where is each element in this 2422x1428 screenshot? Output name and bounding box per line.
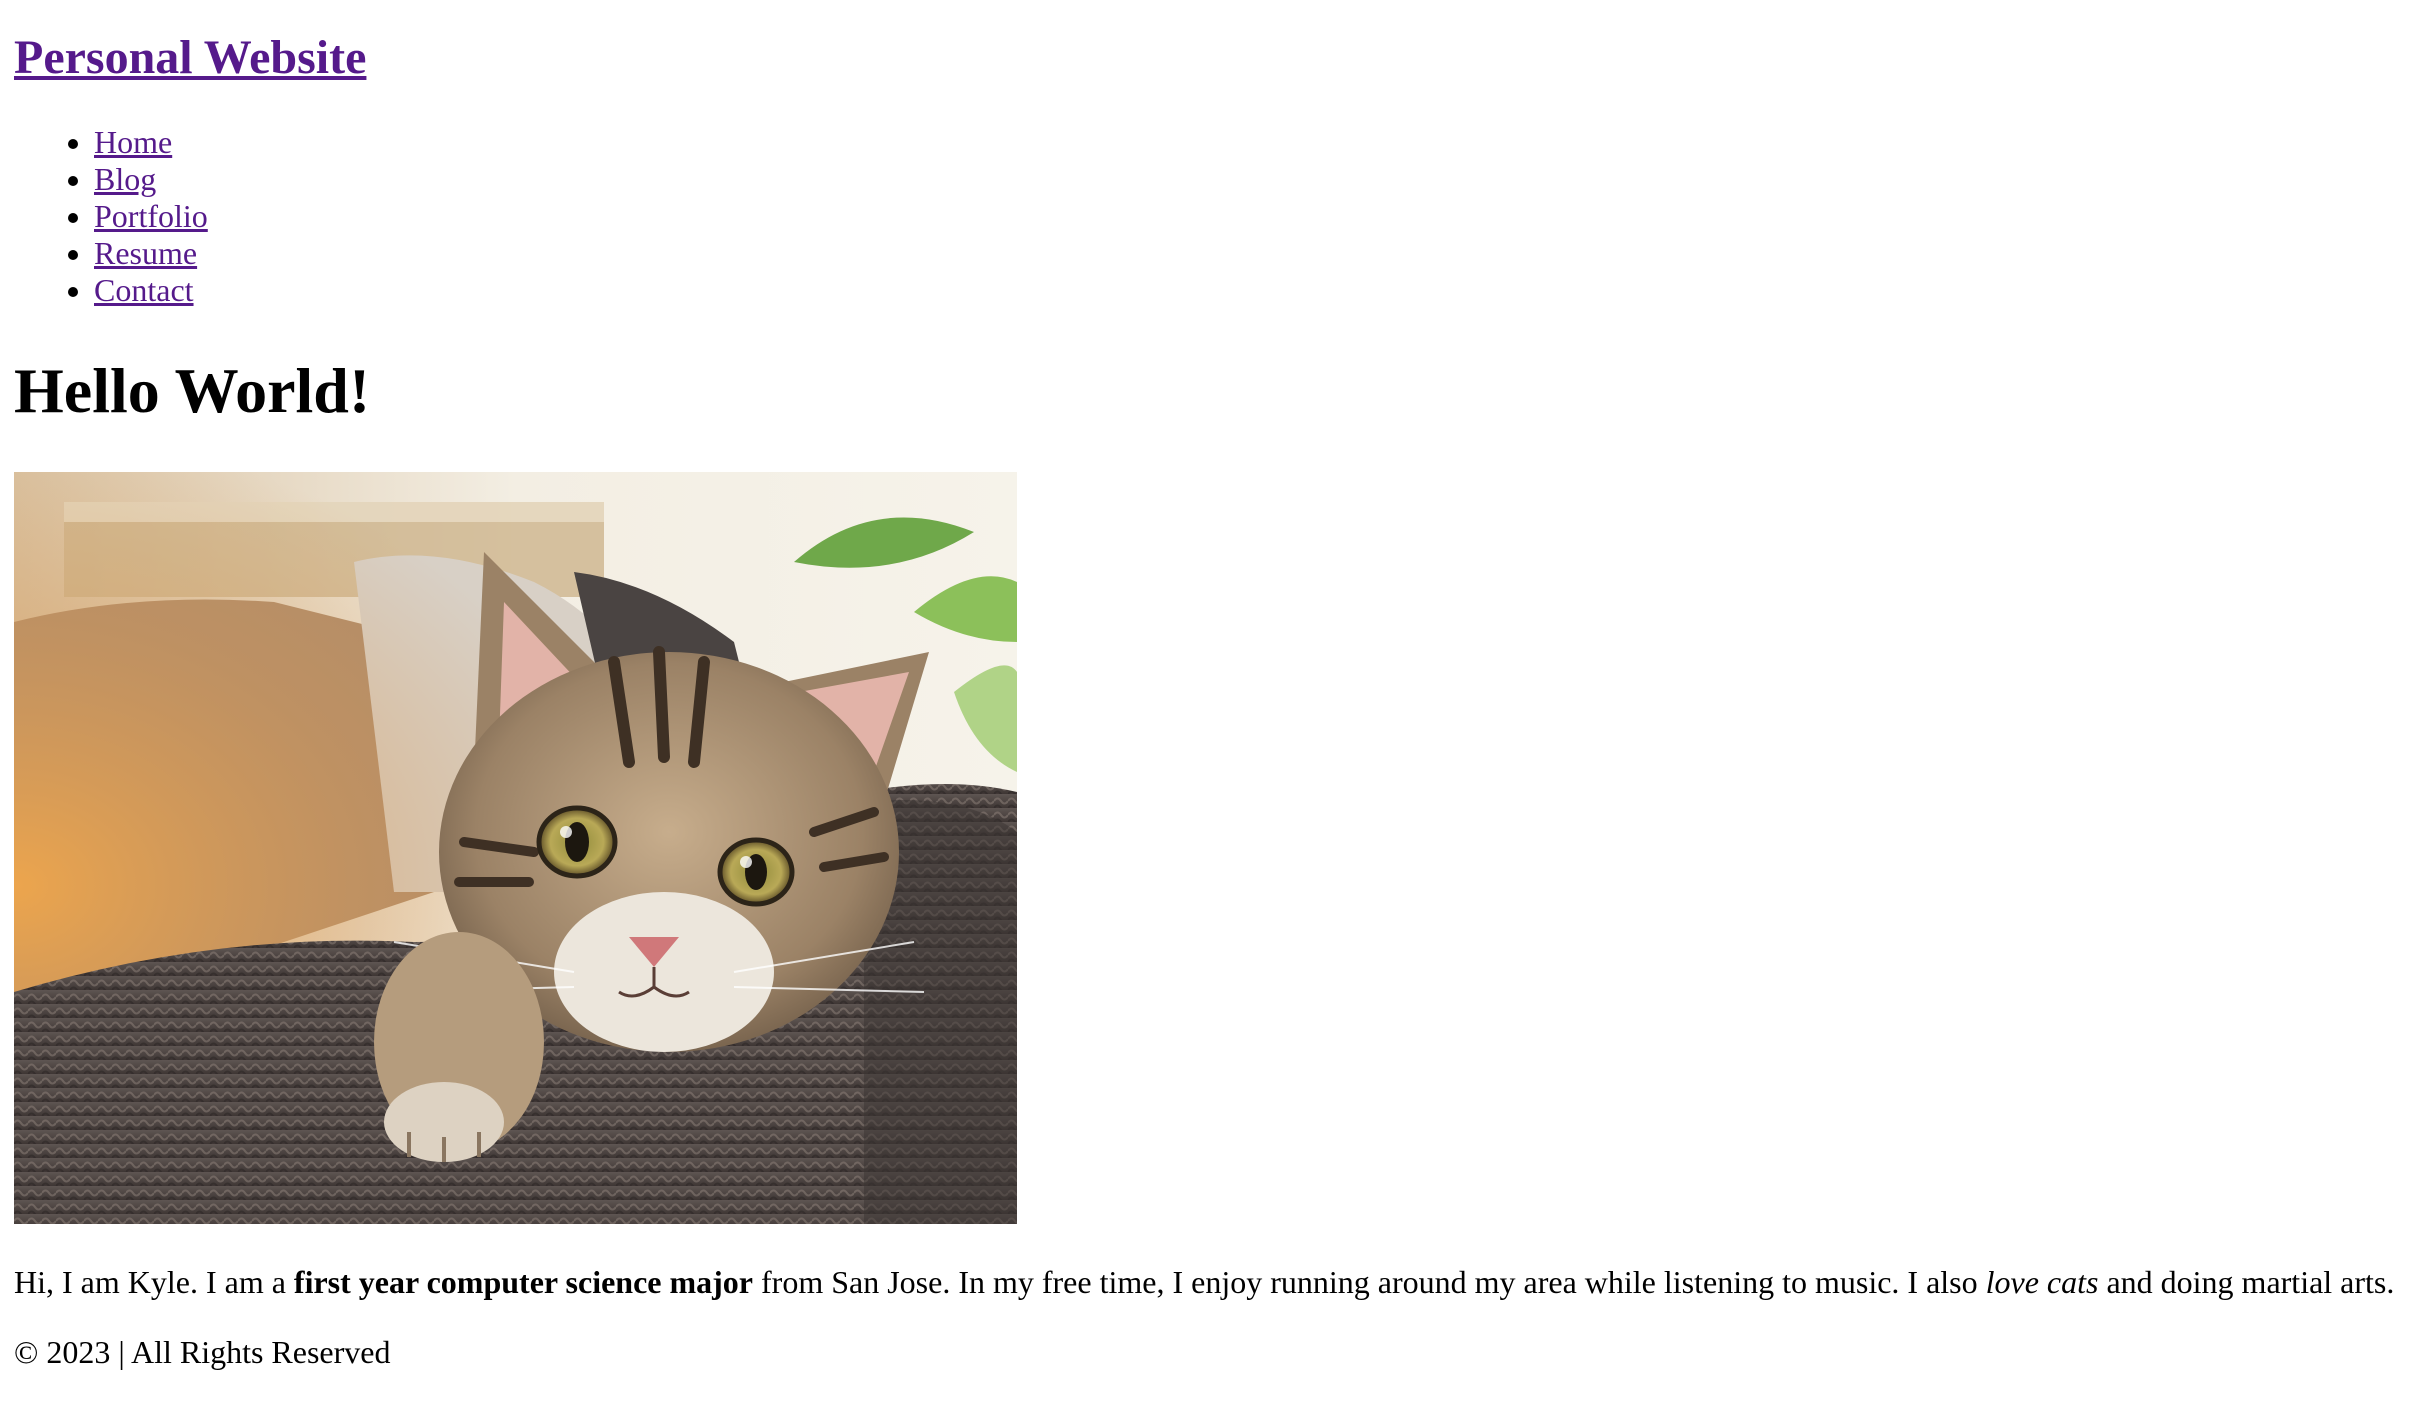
nav-item-home: Home <box>94 124 208 161</box>
bio-italic-text: love cats <box>1985 1264 2099 1300</box>
site-title-link[interactable]: Personal Website <box>14 31 366 84</box>
bio-text-1: Hi, I am Kyle. I am a <box>14 1264 294 1300</box>
nav-link-portfolio[interactable]: Portfolio <box>94 198 208 234</box>
nav-item-contact: Contact <box>94 272 208 309</box>
cat-illustration <box>14 472 1017 1224</box>
page-heading: Hello World! <box>14 355 371 426</box>
nav-item-blog: Blog <box>94 161 208 198</box>
bio-text-3: and doing martial arts. <box>2098 1264 2395 1300</box>
bio-paragraph: Hi, I am Kyle. I am a first year compute… <box>14 1262 2394 1302</box>
nav-link-blog[interactable]: Blog <box>94 161 156 197</box>
footer-copyright: © 2023 | All Rights Reserved <box>14 1334 391 1370</box>
site-title: Personal Website <box>14 28 366 88</box>
nav-link-contact[interactable]: Contact <box>94 272 194 308</box>
bio-text-2: from San Jose. In my free time, I enjoy … <box>753 1264 1986 1300</box>
nav-link-home[interactable]: Home <box>94 124 172 160</box>
cat-photo <box>14 472 1017 1224</box>
nav-item-portfolio: Portfolio <box>94 198 208 235</box>
main-nav: Home Blog Portfolio Resume Contact <box>14 124 208 309</box>
page: Personal Website Home Blog Portfolio Res… <box>14 0 2414 1428</box>
bio-bold-text: first year computer science major <box>293 1264 753 1300</box>
nav-link-resume[interactable]: Resume <box>94 235 197 271</box>
nav-item-resume: Resume <box>94 235 208 272</box>
